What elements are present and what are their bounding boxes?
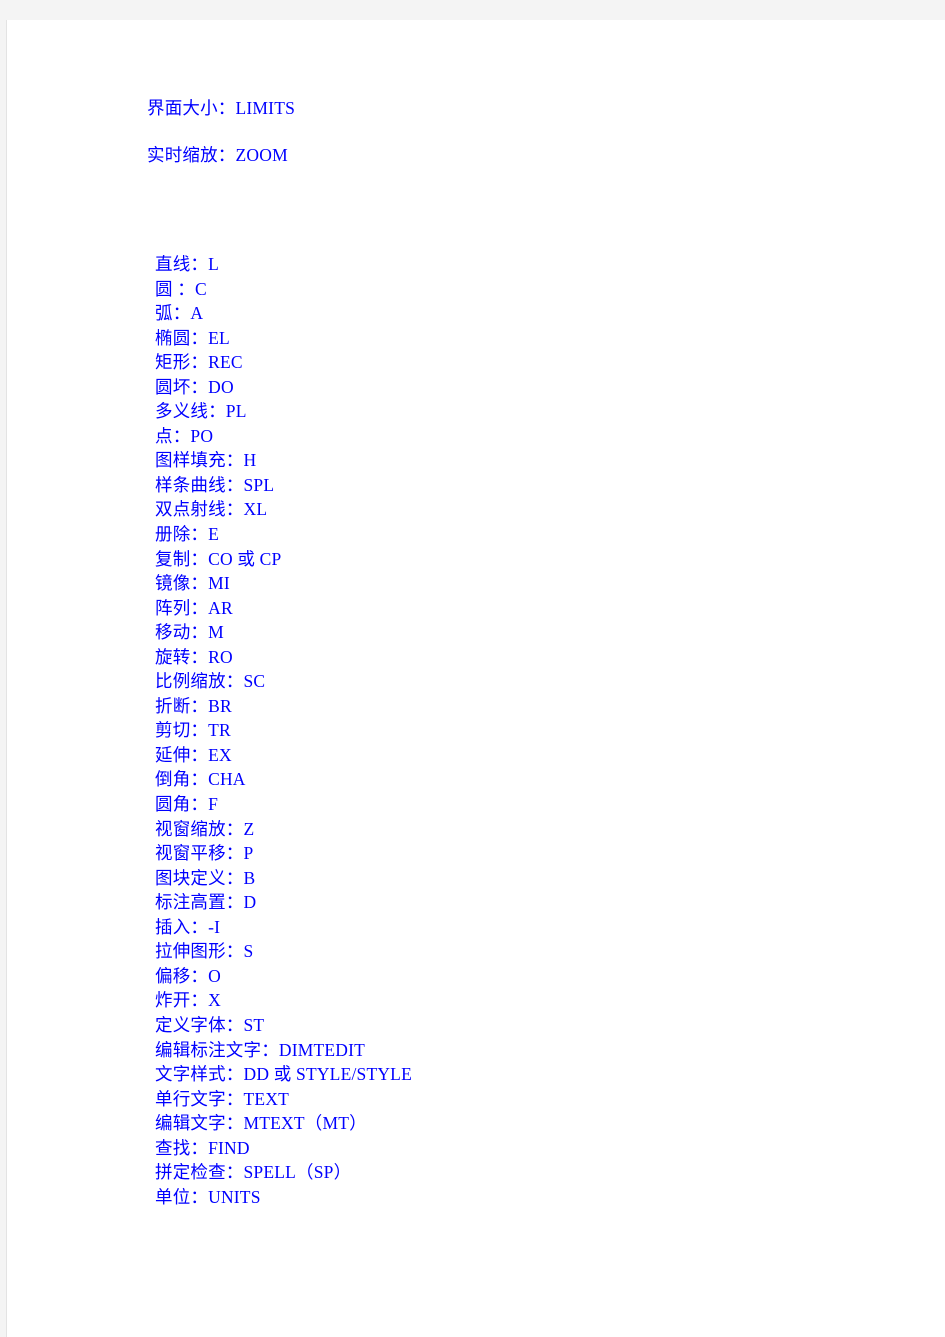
command-shortcut-list: 直线：L 圆 ：C 弧：A 椭圆：EL 矩形：REC 圆坏：DO 多义线：PL … [155,252,855,1209]
viewer-top-band [0,0,945,20]
list-item: 阵列：AR [155,597,233,618]
list-item: 定义字体：ST [155,1014,265,1035]
list-item: 视窗平移：P [155,843,254,864]
list-item: 图块定义：B [155,867,256,888]
list-item: 单行文字：TEXT [155,1088,290,1109]
list-item: 双点射线：XL [155,499,268,520]
list-item: 偏移：O [155,965,221,986]
list-item: 直线：L [155,254,219,274]
list-item: 拼定检查：SPELL（SP） [155,1162,352,1183]
list-item: 编辑文字：MTEXT（MT） [155,1113,367,1134]
intro-line-zoom: 实时缩放：ZOOM [147,145,288,165]
list-item: 比例缩放：SC [155,671,266,692]
document-body: 界面大小：LIMITS 实时缩放：ZOOM 直线：L 圆 ：C 弧：A 椭圆：E… [7,20,945,1337]
list-item: 折断：BR [155,695,232,716]
list-item: 矩形：REC [155,352,243,373]
intro-block: 界面大小：LIMITS 实时缩放：ZOOM [147,98,847,192]
list-item: 移动：M [155,622,224,643]
list-item: 复制：CO 或 CP [155,548,282,569]
list-item: 椭圆：EL [155,327,230,348]
list-item: 弧：A [155,303,204,324]
list-item: 插入：-I [155,916,221,937]
list-item: 查找：FIND [155,1137,250,1158]
list-item: 单位：UNITS [155,1186,261,1207]
list-item: 延伸：EX [155,744,232,765]
list-item: 拉伸图形：S [155,941,254,962]
list-item: 图样填充：H [155,450,257,471]
list-item: 剪切：TR [155,720,231,741]
list-item: 圆角：F [155,794,219,815]
list-item: 炸开：X [155,990,221,1011]
list-item: 旋转：RO [155,646,233,667]
list-item: 倒角：CHA [155,769,246,790]
list-item: 圆坏：DO [155,376,234,397]
list-item: 标注高置：D [155,892,257,913]
list-item: 点：PO [155,425,214,446]
list-item: 编辑标注文字：DIMTEDIT [155,1039,366,1060]
list-item: 多义线：PL [155,401,247,422]
list-item: 圆 ：C [155,278,207,299]
list-item: 镜像：MI [155,573,230,594]
document-page: 界面大小：LIMITS 实时缩放：ZOOM 直线：L 圆 ：C 弧：A 椭圆：E… [6,20,945,1337]
intro-line-limits: 界面大小：LIMITS [147,98,296,118]
list-item: 文字样式：DD 或 STYLE/STYLE [155,1064,412,1085]
list-item: 册除：E [155,524,219,545]
list-item: 视窗缩放：Z [155,818,255,839]
list-item: 样条曲线：SPL [155,474,275,495]
